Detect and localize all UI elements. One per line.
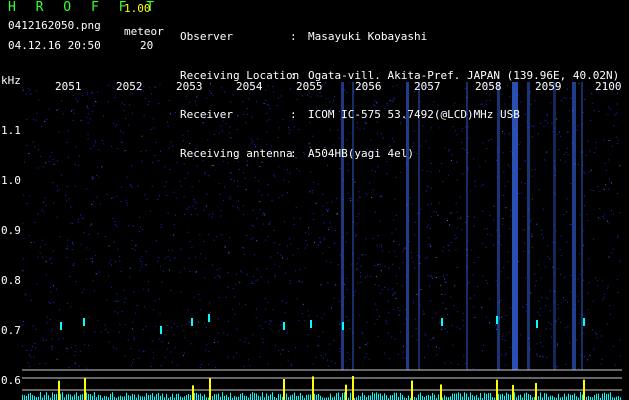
meteor-level-spike: [352, 376, 354, 400]
datetime-label: 04.12.16 20:50: [8, 39, 101, 52]
meteor-level-spike: [583, 379, 585, 400]
freq-tick: 0.7: [1, 324, 21, 337]
time-tick: 2100: [595, 80, 622, 93]
meteor-level-spike: [192, 385, 194, 400]
info-key: Observer: [180, 30, 233, 43]
meteor-level-spike: [312, 376, 314, 400]
info-row-observer: Observer: Masayuki Kobayashi: [180, 30, 619, 43]
filename-label: 0412162050.png: [8, 19, 101, 32]
time-tick: 2057: [414, 80, 441, 93]
time-tick: 2055: [296, 80, 323, 93]
meteor-level-spike: [345, 384, 347, 400]
meteor-ping: [342, 322, 344, 330]
meteor-level-spike: [209, 378, 211, 400]
meteor-ping: [583, 318, 585, 326]
info-sep: :: [290, 30, 297, 43]
meteor-ping: [208, 314, 210, 322]
meteor-level-spike: [512, 384, 514, 400]
time-tick: 2059: [535, 80, 562, 93]
time-tick: 2056: [355, 80, 382, 93]
info-key: Receiver: [180, 108, 233, 121]
meteor-label: meteor: [124, 25, 164, 38]
meteor-ping: [60, 322, 62, 330]
meteor-ping: [441, 318, 443, 326]
level-plot: [22, 376, 621, 400]
info-sep: :: [290, 147, 297, 160]
time-tick: 2058: [475, 80, 502, 93]
info-sep: :: [290, 108, 297, 121]
time-tick: 2051: [55, 80, 82, 93]
meteor-ping: [191, 318, 193, 326]
info-value: A504HB(yagi 4el): [308, 147, 414, 160]
meteor-level-spike: [496, 379, 498, 400]
info-row-receiver: Receiver: ICOM IC-575 53.7492(@LCD)MHz US…: [180, 108, 619, 121]
freq-unit-label: kHz: [1, 74, 21, 87]
meteor-count: 20: [140, 39, 154, 52]
meteor-level-spike: [283, 379, 285, 400]
freq-tick: 0.6: [1, 374, 21, 387]
meteor-ping: [310, 320, 312, 328]
freq-tick: 0.9: [1, 224, 21, 237]
time-tick: 2054: [236, 80, 263, 93]
meteor-level-spike: [84, 378, 86, 400]
meteor-level-spike: [58, 380, 60, 400]
info-value: Masayuki Kobayashi: [308, 30, 428, 43]
freq-tick: 1.1: [1, 124, 21, 137]
meteor-level-spike: [411, 380, 413, 400]
meteor-ping: [83, 318, 85, 326]
info-row-antenna: Receiving antenna: A504HB(yagi 4el): [180, 147, 619, 160]
meteor-level-spike: [535, 383, 537, 400]
meteor-ping: [160, 326, 162, 334]
freq-tick: 1.0: [1, 174, 21, 187]
meteor-level-spike: [440, 384, 442, 400]
info-key: Receiving antenna: [180, 147, 293, 160]
time-tick: 2053: [176, 80, 203, 93]
meteor-ping: [283, 322, 285, 330]
version-label: 1.00: [124, 2, 151, 15]
freq-tick: 0.8: [1, 274, 21, 287]
meteor-ping: [536, 320, 538, 328]
time-tick: 2052: [116, 80, 143, 93]
meteor-ping: [496, 316, 498, 324]
info-value: ICOM IC-575 53.7492(@LCD)MHz USB: [308, 108, 520, 121]
